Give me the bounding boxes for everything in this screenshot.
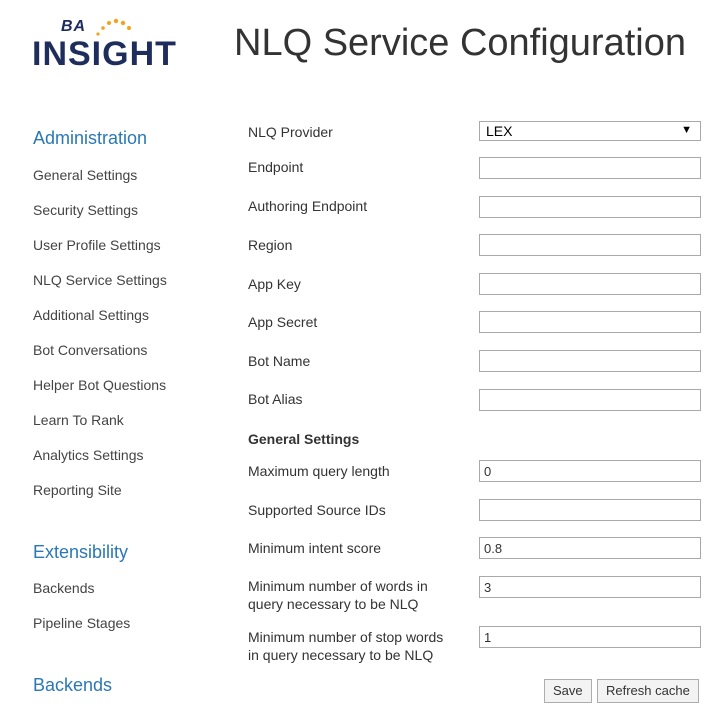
supported-source-ids-input[interactable] (479, 499, 701, 521)
min-intent-score-input[interactable] (479, 537, 701, 559)
ba-insight-logo: BA INSIGHT (32, 18, 212, 73)
region-label: Region (248, 237, 293, 253)
sidebar-item-security-settings[interactable]: Security Settings (33, 202, 138, 218)
sidebar-heading-administration: Administration (33, 128, 148, 148)
general-settings-heading: General Settings (248, 431, 360, 447)
min-intent-score-label: Minimum intent score (248, 540, 382, 556)
authoring-endpoint-input[interactable] (479, 196, 701, 218)
min-words-label-line2: query necessary to be NLQ (248, 596, 419, 612)
bot-name-label: Bot Name (248, 353, 311, 369)
min-stop-words-label-line1: Minimum number of stop words (248, 629, 444, 645)
sidebar-heading-backends: Backends (33, 675, 113, 695)
endpoint-input[interactable] (479, 157, 701, 179)
max-query-length-input[interactable] (479, 460, 701, 482)
min-stop-words-label-line2: in query necessary to be NLQ (248, 647, 434, 663)
region-input[interactable] (479, 234, 701, 256)
sidebar-item-additional-settings[interactable]: Additional Settings (33, 307, 149, 323)
sidebar-item-pipeline-stages[interactable]: Pipeline Stages (33, 615, 130, 631)
sidebar-item-learn-to-rank[interactable]: Learn To Rank (33, 412, 124, 428)
chevron-down-icon: ▼ (681, 124, 692, 136)
min-stop-words-input[interactable] (479, 626, 701, 648)
app-secret-input[interactable] (479, 311, 701, 333)
nlq-provider-select[interactable]: LEX ▼ (479, 121, 701, 141)
app-key-label: App Key (248, 276, 301, 292)
min-stop-words-label: Minimum number of stop words in query ne… (248, 628, 468, 664)
save-button[interactable]: Save (544, 679, 592, 703)
sidebar-heading-extensibility: Extensibility (33, 542, 129, 562)
app-secret-label: App Secret (248, 314, 318, 330)
endpoint-label: Endpoint (248, 159, 304, 175)
min-words-label-line1: Minimum number of words in (248, 578, 428, 594)
logo-insight-text: INSIGHT (32, 35, 177, 73)
logo-ba-text: BA (61, 18, 87, 35)
min-words-label: Minimum number of words in query necessa… (248, 577, 468, 613)
sidebar-item-general-settings[interactable]: General Settings (33, 167, 137, 183)
app-key-input[interactable] (479, 273, 701, 295)
sidebar-item-reporting-site[interactable]: Reporting Site (33, 482, 122, 498)
nlq-provider-label: NLQ Provider (248, 124, 333, 140)
sidebar-item-backends[interactable]: Backends (33, 580, 94, 596)
supported-source-ids-label: Supported Source IDs (248, 502, 386, 518)
config-form: NLQ Provider LEX ▼ Endpoint Authoring En… (248, 0, 708, 715)
sidebar-item-user-profile-settings[interactable]: User Profile Settings (33, 237, 161, 253)
refresh-cache-button[interactable]: Refresh cache (597, 679, 699, 703)
bot-name-input[interactable] (479, 350, 701, 372)
sidebar-item-nlq-service-settings[interactable]: NLQ Service Settings (33, 272, 167, 288)
sidebar-item-helper-bot-questions[interactable]: Helper Bot Questions (33, 377, 166, 393)
sidebar-item-analytics-settings[interactable]: Analytics Settings (33, 447, 144, 463)
bot-alias-label: Bot Alias (248, 391, 303, 407)
sidebar-item-bot-conversations[interactable]: Bot Conversations (33, 342, 147, 358)
max-query-length-label: Maximum query length (248, 463, 390, 479)
min-words-input[interactable] (479, 576, 701, 598)
bot-alias-input[interactable] (479, 389, 701, 411)
authoring-endpoint-label: Authoring Endpoint (248, 198, 368, 214)
nlq-provider-value: LEX (486, 123, 513, 139)
